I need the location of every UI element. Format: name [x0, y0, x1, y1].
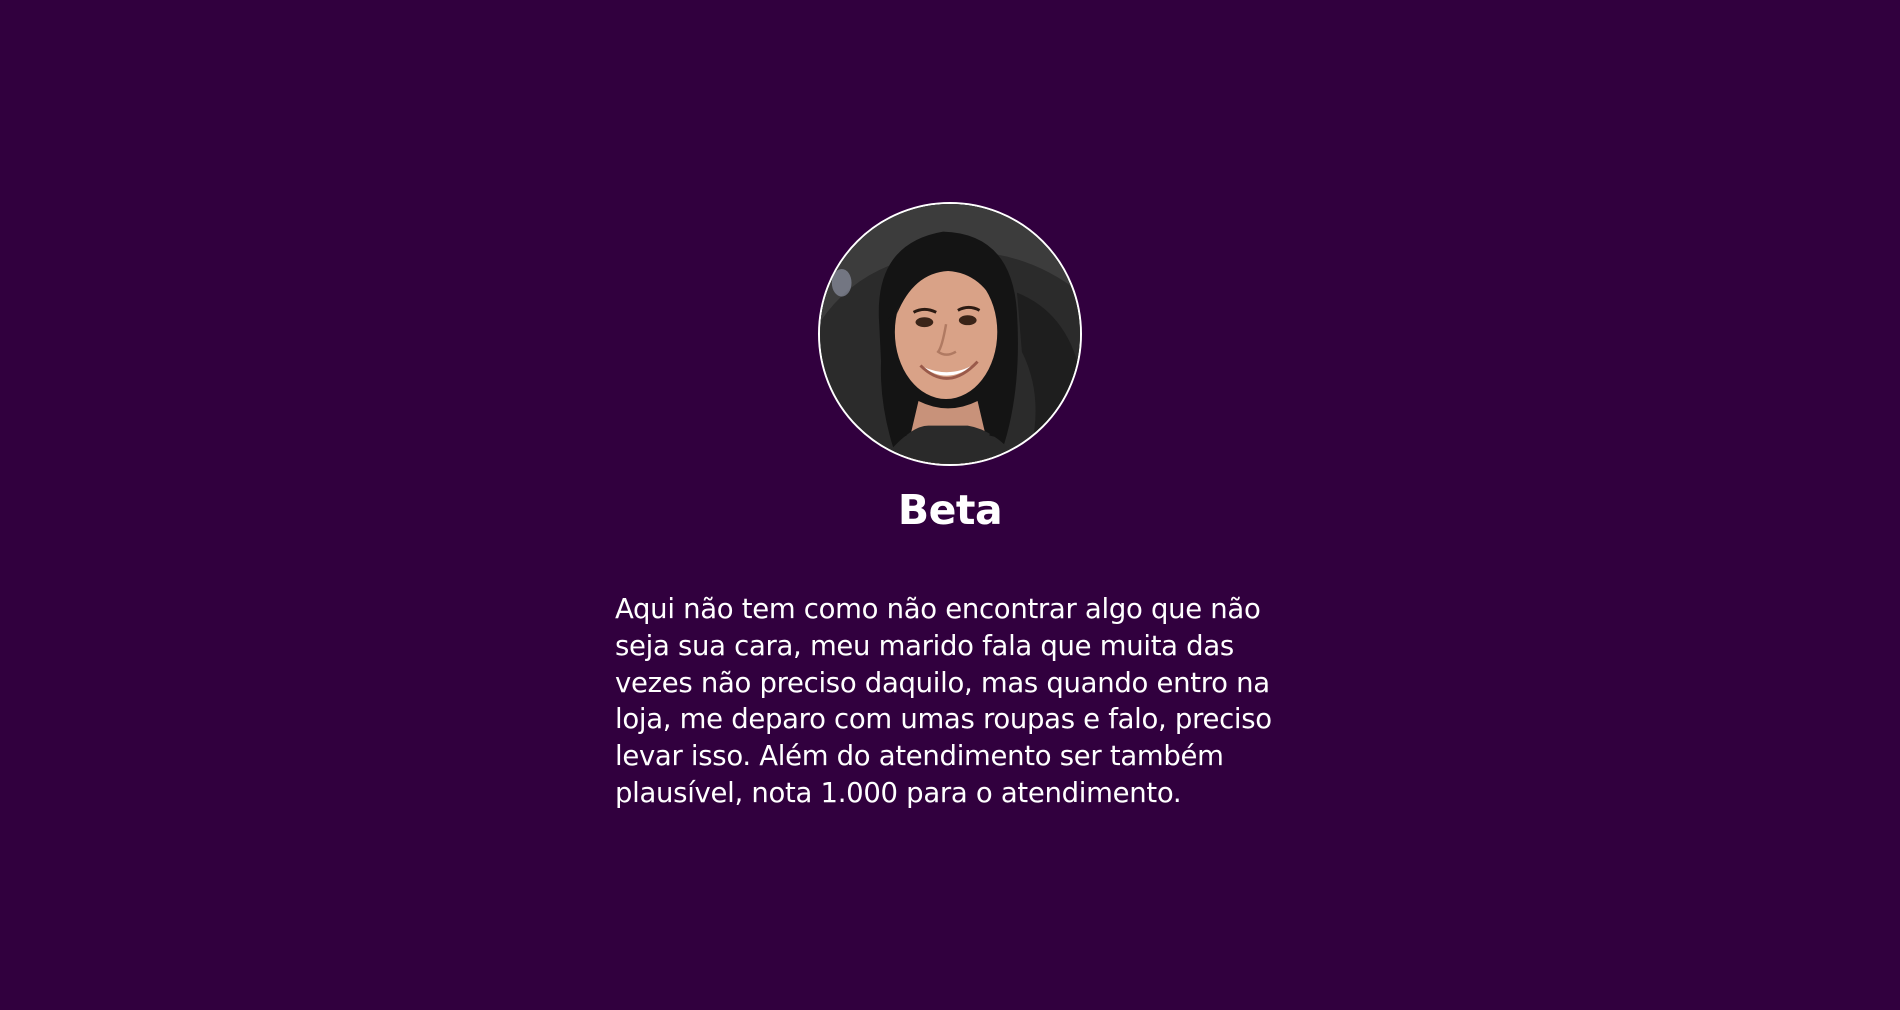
avatar: [818, 202, 1082, 466]
testimonial-card: Beta Aqui não tem como não encontrar alg…: [615, 202, 1285, 839]
testimonial-quote: Aqui não tem como não encontrar algo que…: [615, 593, 1272, 809]
person-photo-icon: [820, 204, 1080, 464]
page: { "page": { "background_color": "#31003e…: [0, 0, 1900, 1010]
author-name: Beta: [897, 486, 1003, 534]
